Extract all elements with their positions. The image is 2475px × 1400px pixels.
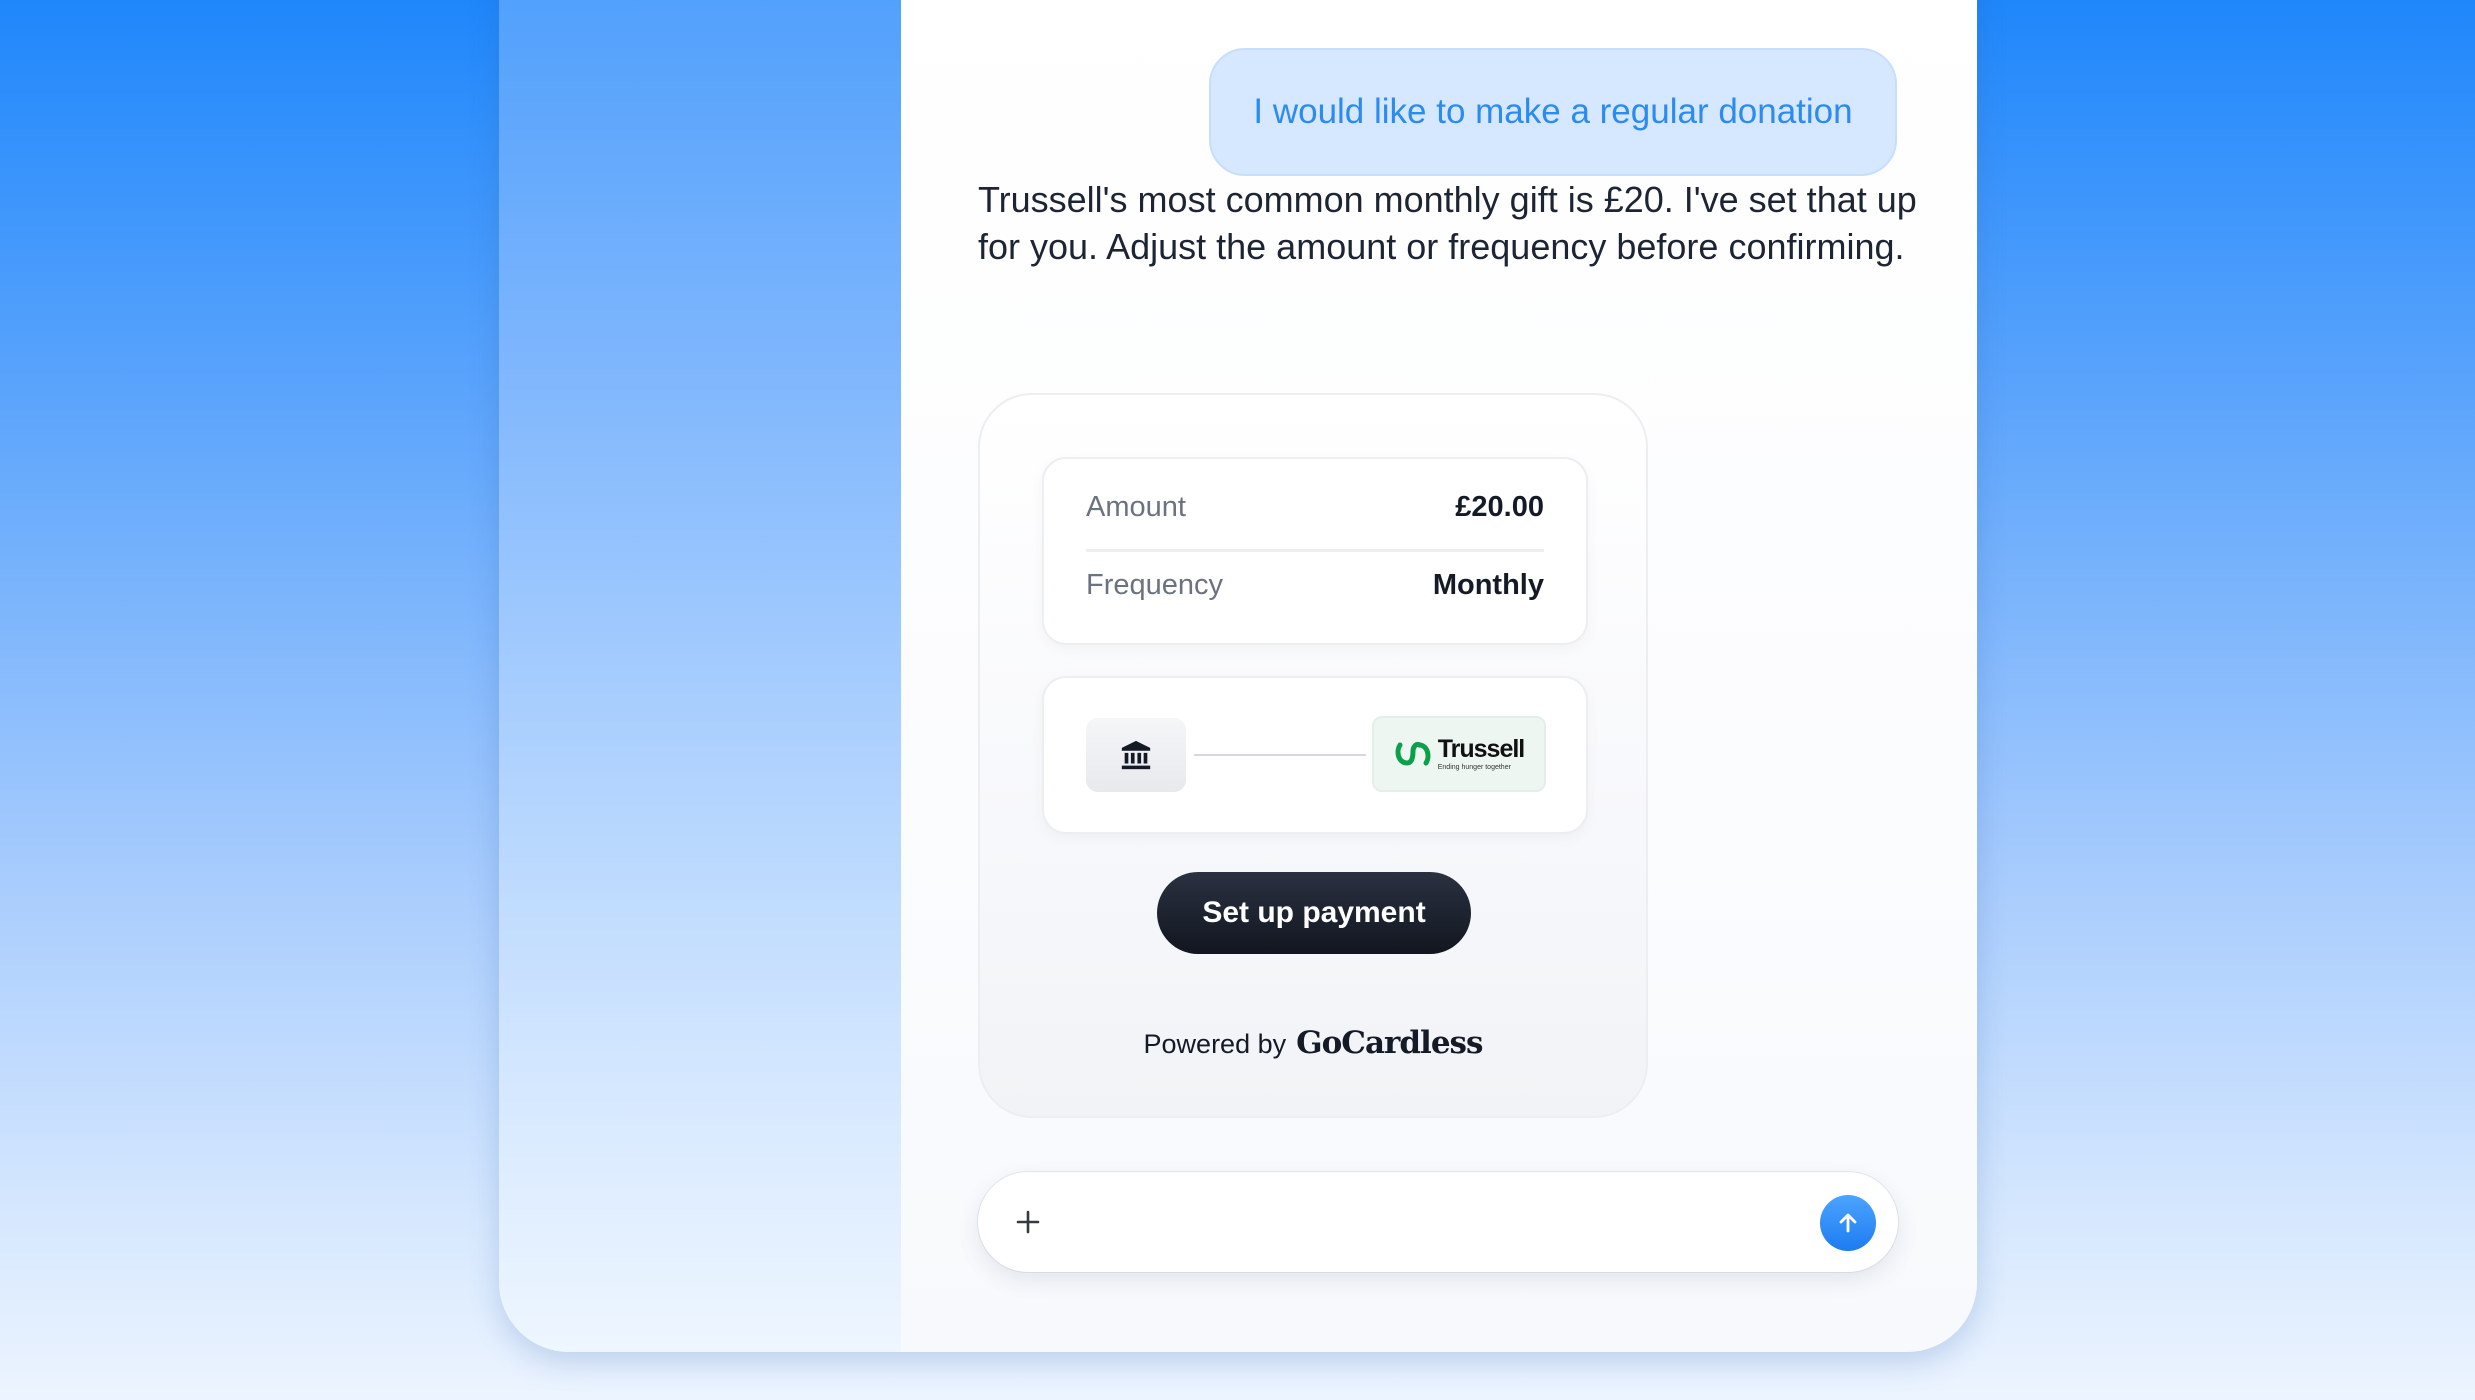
plus-icon[interactable] bbox=[1008, 1202, 1048, 1242]
powered-by-prefix: Powered by bbox=[1143, 1029, 1287, 1059]
powered-by: Powered by GoCardless bbox=[980, 1025, 1646, 1061]
trussell-logo-name: Trussell bbox=[1437, 735, 1525, 763]
chat-input[interactable] bbox=[1068, 1196, 1768, 1248]
frequency-value[interactable]: Monthly bbox=[1433, 569, 1544, 602]
chat-panel: I would like to make a regular donation … bbox=[901, 0, 1977, 1352]
sidebar bbox=[499, 0, 901, 1352]
frequency-label: Frequency bbox=[1086, 569, 1224, 601]
bank-icon bbox=[1086, 718, 1186, 792]
assistant-message-text: Trussell's most common monthly gift is £… bbox=[978, 179, 1917, 267]
app-window: I would like to make a regular donation … bbox=[499, 0, 1977, 1352]
amount-value[interactable]: £20.00 bbox=[1455, 491, 1544, 524]
payment-setup-card: Amount £20.00 Frequency Monthly Trussell… bbox=[978, 393, 1648, 1118]
trussell-logo: Trussell Ending hunger together bbox=[1372, 716, 1546, 792]
trussell-logo-tagline: Ending hunger together bbox=[1437, 764, 1511, 771]
flow-connector-line bbox=[1194, 754, 1366, 756]
arrow-up-icon[interactable] bbox=[1820, 1195, 1876, 1251]
user-message-bubble: I would like to make a regular donation bbox=[1209, 48, 1897, 176]
amount-label: Amount bbox=[1086, 491, 1186, 523]
payment-details: Amount £20.00 Frequency Monthly bbox=[1042, 457, 1588, 645]
user-message-text: I would like to make a regular donation bbox=[1253, 92, 1853, 131]
gocardless-logo: GoCardless bbox=[1296, 1025, 1483, 1061]
details-divider bbox=[1086, 549, 1544, 552]
set-up-payment-button[interactable]: Set up payment bbox=[1157, 872, 1471, 954]
frequency-row[interactable]: Frequency Monthly bbox=[1086, 569, 1544, 602]
payment-flow: Trussell Ending hunger together bbox=[1042, 676, 1588, 834]
chat-composer bbox=[978, 1172, 1898, 1272]
amount-row[interactable]: Amount £20.00 bbox=[1086, 491, 1544, 524]
trussell-mark-icon bbox=[1395, 742, 1431, 766]
